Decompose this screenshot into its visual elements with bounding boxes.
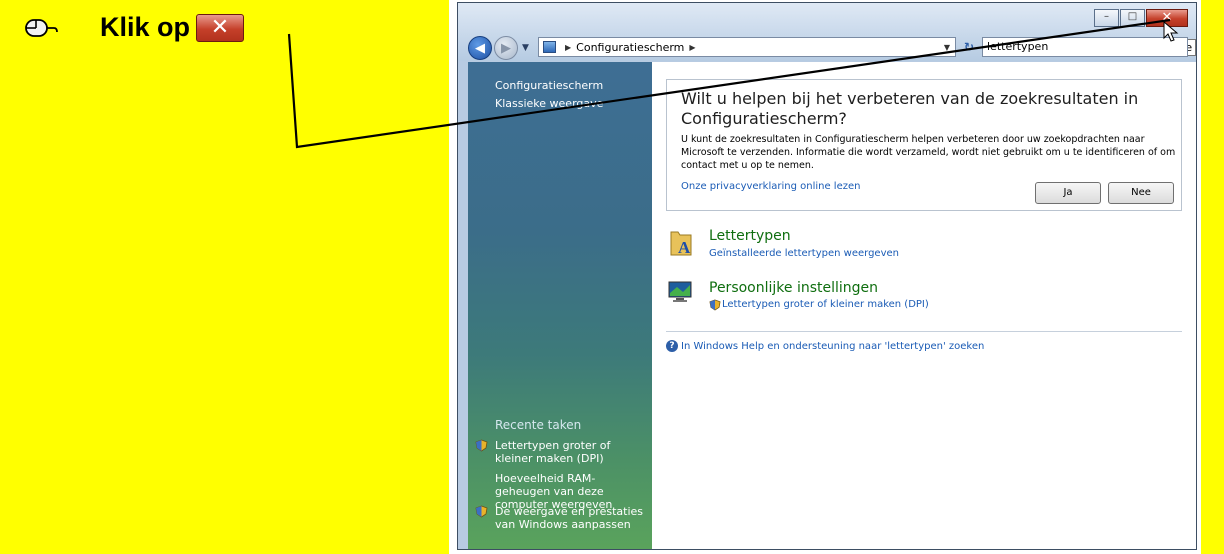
mouse-icon [25, 18, 58, 37]
no-button[interactable]: Nee [1108, 182, 1174, 204]
chevron-right-icon[interactable]: ▶ [689, 43, 695, 52]
divider-line [449, 0, 451, 554]
minimize-button[interactable]: – [1094, 9, 1119, 27]
result-title[interactable]: Lettertypen [709, 228, 791, 244]
sidebar: Configuratiescherm Klassieke weergave Re… [468, 62, 652, 549]
search-improvement-prompt: Wilt u helpen bij het verbeteren van de … [666, 79, 1182, 211]
help-search-row[interactable]: ? In Windows Help en ondersteuning naar … [666, 340, 984, 352]
result-link[interactable]: Lettertypen groter of kleiner maken (DPI… [722, 299, 929, 310]
prompt-body: U kunt de zoekresultaten in Configuratie… [681, 134, 1176, 171]
result-link[interactable]: Geïnstalleerde lettertypen weergeven [709, 248, 899, 259]
result-title[interactable]: Persoonlijke instellingen [709, 280, 878, 296]
breadcrumb[interactable]: Configuratiescherm [576, 41, 684, 54]
close-button[interactable]: ✕ [1146, 9, 1188, 27]
chevron-down-icon[interactable]: ▼ [944, 43, 950, 52]
svg-text:A: A [678, 238, 691, 257]
navigation: ◀ ▶ ▼ [468, 36, 531, 60]
help-link[interactable]: In Windows Help en ondersteuning naar 'l… [681, 341, 984, 352]
recent-tasks-heading: Recente taken [495, 418, 582, 432]
instruction-text: Klik op [100, 12, 191, 42]
recent-task[interactable]: De weergave en prestaties van Windows aa… [495, 505, 650, 531]
chevron-down-icon[interactable]: ▼ [522, 43, 529, 53]
control-panel-icon [543, 41, 556, 53]
separator [666, 331, 1182, 332]
close-icon: ✕ [196, 13, 245, 42]
divider-line [453, 0, 455, 554]
shield-icon [475, 439, 488, 452]
fonts-folder-icon: A [670, 231, 692, 257]
instruction: Klik op ✕ [24, 12, 245, 43]
refresh-icon[interactable]: ↻ [960, 38, 978, 56]
yes-button[interactable]: Ja [1035, 182, 1101, 204]
recent-task[interactable]: Lettertypen groter of kleiner maken (DPI… [495, 439, 650, 465]
personalization-icon [668, 281, 692, 302]
privacy-link[interactable]: Onze privacyverklaring online lezen [681, 181, 860, 192]
margin-highlight [1201, 0, 1224, 554]
prompt-title: Wilt u helpen bij het verbeteren van de … [681, 89, 1139, 128]
back-icon[interactable]: ◀ [468, 36, 492, 60]
shield-icon [709, 299, 721, 311]
maximize-button[interactable]: □ [1120, 9, 1145, 27]
main-content: Wilt u helpen bij het verbeteren van de … [652, 62, 1196, 549]
search-input[interactable]: lettertypen [982, 37, 1188, 57]
instruction-panel [0, 0, 449, 554]
sidebar-item-classic-view[interactable]: Klassieke weergave [495, 97, 603, 110]
caption-buttons: – □ ✕ [1093, 9, 1188, 27]
address-bar[interactable]: ▶ Configuratiescherm ▶ ▼ [538, 37, 956, 57]
shield-icon [475, 505, 488, 518]
help-icon: ? [666, 340, 678, 352]
chevron-right-icon[interactable]: ▶ [565, 43, 571, 52]
forward-icon[interactable]: ▶ [494, 36, 518, 60]
control-panel-window: – □ ✕ Sluite ◀ ▶ ▼ ▶ Configuratiescherm … [457, 2, 1197, 550]
sidebar-item-control-panel[interactable]: Configuratiescherm [495, 79, 603, 92]
